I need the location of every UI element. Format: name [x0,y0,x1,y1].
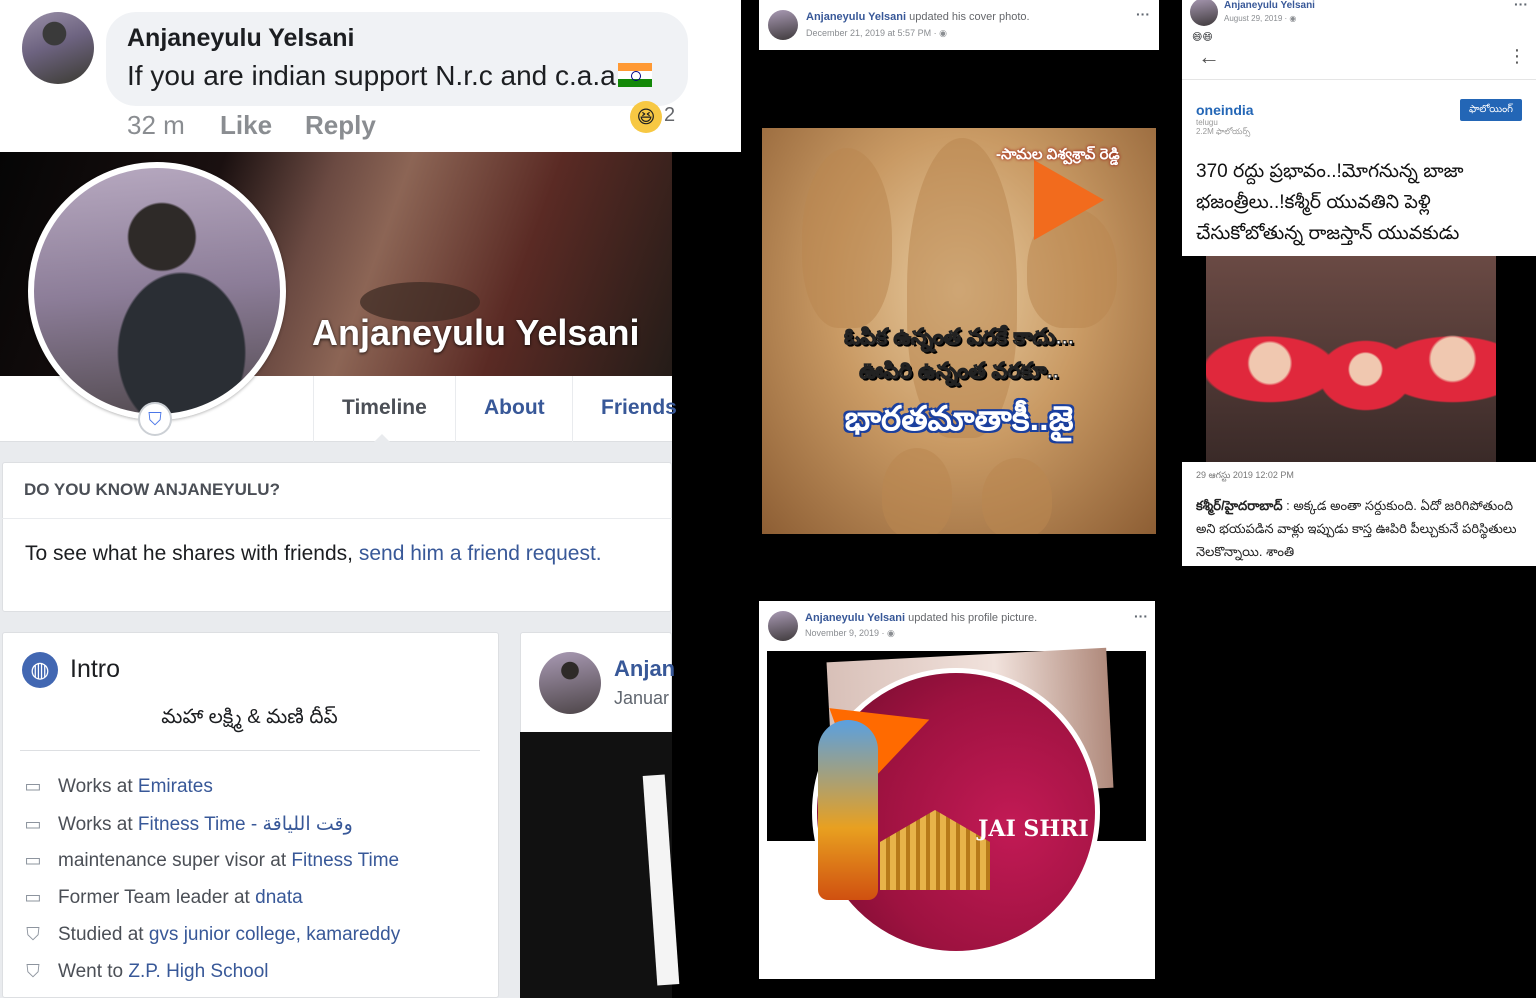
comment-text: If you are indian support N.r.c and c.a.… [127,60,652,92]
poster-caption: ఓపిక ఉన్నంత వరకే కాదు... [844,324,1075,350]
poster-figure [802,148,892,328]
article-date: 29 ఆగస్టు 2019 12:02 PM [1196,470,1294,480]
briefcase-icon: ▭ [24,887,42,907]
intro-item-link[interactable]: Fitness Time [291,850,399,871]
intro-item-label: Works at [58,814,138,835]
saffron-flag-icon [1034,160,1104,240]
intro-item-link[interactable]: Emirates [138,776,213,797]
commenter-avatar[interactable] [22,12,94,84]
intro-item-link[interactable]: Fitness Time - وقت اللياقة [138,814,353,835]
post-date-text: November 9, 2019 · [805,628,888,638]
post-author-name[interactable]: Anjaneyulu Yelsani [806,11,906,23]
comment-author[interactable]: Anjaneyulu Yelsani [127,24,354,53]
globe-icon: ◉ [887,628,895,638]
intro-item-work: ▭ Works at Fitness Time - وقت اللياقة [20,813,353,841]
intro-item-label: Went to [58,961,129,982]
briefcase-icon: ▭ [24,850,42,870]
intro-item-link[interactable]: gvs junior college, kamareddy [149,924,400,945]
kebab-menu-icon[interactable]: ⋮ [1508,46,1526,67]
comment-time[interactable]: 32 m [127,110,185,141]
news-photo-content [1206,256,1496,462]
poster-slogan: భారతమాతాకీ..జై [844,400,1074,438]
post-author-avatar[interactable] [768,10,798,40]
more-options-icon[interactable]: ··· [1134,608,1148,624]
send-friend-request-link[interactable]: send him a friend request. [359,542,602,565]
post-header: Anjaneyulu Yelsani [1224,0,1315,11]
like-button[interactable]: Like [220,110,272,141]
publisher-followers: 2.2M ఫాలోయర్స్ [1196,127,1251,136]
haha-reaction-icon[interactable]: 😆 [630,101,662,133]
intro-item-label: maintenance super visor at [58,850,292,871]
intro-item-work: ▭ Works at Emirates [20,776,213,804]
following-button[interactable]: ఫాలోయింగ్ [1460,99,1522,121]
tab-timeline[interactable]: Timeline [313,376,455,442]
profile-guard-shield-icon: ⛉ [138,402,172,436]
poster-figure [982,458,1052,534]
intro-item-education: ⛉ Studied at gvs junior college, kamaredd… [20,924,400,952]
intro-item-label: Former Team leader at [58,887,256,908]
reaction-count[interactable]: 2 [664,104,675,127]
publisher-name: oneindia [1196,102,1254,118]
intro-item-link[interactable]: Z.P. High School [128,961,268,982]
divider [2,518,672,519]
intro-title: Intro [70,655,121,683]
comment-text-content: If you are indian support N.r.c and c.a.… [127,60,616,91]
news-headline[interactable]: 370 రద్దు ప్రభావం..!మోగనున్న బాజా భజంత్ర… [1196,156,1526,249]
post-author-avatar[interactable] [768,611,798,641]
post-header: Anjaneyulu Yelsani updated his profile p… [805,612,1037,624]
more-options-icon[interactable]: ··· [1514,0,1528,12]
deity-illustration [818,720,878,900]
profile-picture[interactable] [28,162,286,420]
poster-figure [907,138,1017,438]
news-post-header [1182,0,1536,80]
post-author-name[interactable]: Anjaneyulu Yelsani [805,612,905,624]
post-date[interactable]: December 21, 2019 at 5:57 PM · ◉ [806,28,947,39]
post-header: Anjaneyulu Yelsani updated his cover pho… [806,11,1030,23]
do-you-know-text: To see what he shares with friends, send… [25,542,602,566]
tab-friends[interactable]: Friends [572,376,705,442]
post-date-text: August 29, 2019 · [1224,14,1290,23]
post-action: updated his profile picture. [905,612,1038,624]
briefcase-icon: ▭ [24,776,42,796]
globe-icon: ◉ [1289,14,1297,23]
poster-credit: -సామల విశ్వశ్రావ్ రెడ్డి [996,146,1120,163]
back-arrow-icon[interactable]: ← [1198,44,1220,70]
poster-figure [882,448,952,534]
post-emojis: 😄😄 [1192,32,1213,43]
publisher-logo[interactable]: oneindia telugu 2.2M ఫాలోయర్స్ [1196,102,1254,138]
do-you-know-message: To see what he shares with friends, [25,542,359,565]
divider [20,750,480,751]
intro-item-work: ▭ Former Team leader at dnata [20,887,303,915]
do-you-know-heading: DO YOU KNOW ANJANEYULU? [24,480,280,499]
poster-caption: ఊపిరి ఉన్నంత వరకూ.. [859,358,1060,384]
graduation-cap-icon: ⛉ [26,961,40,981]
tab-about[interactable]: About [455,376,573,442]
profile-picture-text: JAI SHRI [978,816,1089,842]
reply-button[interactable]: Reply [305,110,376,141]
graduation-cap-icon: ⛉ [26,924,40,944]
post-author-name[interactable]: Anjan [614,656,675,682]
post-date-text: December 21, 2019 at 5:57 PM · [806,28,940,38]
post-author-name[interactable]: Anjaneyulu Yelsani [1224,0,1315,11]
intro-item-work: ▭ maintenance super visor at Fitness Time [20,850,399,878]
intro-item-link[interactable]: dnata [255,887,303,908]
intro-item-education: ⛉ Went to Z.P. High School [20,961,268,989]
india-flag-icon [617,63,652,87]
post-action: updated his cover photo. [906,11,1030,23]
intro-item-label: Studied at [58,924,149,945]
intro-bio: మహా లక్ష్మి & మణి దీప్ [161,706,338,728]
post-date[interactable]: Januar [614,688,669,709]
intro-item-label: Works at [58,776,138,797]
article-dateline: కశ్మీర్/హైదరాబాద్ [1196,498,1283,513]
more-options-icon[interactable]: ··· [1136,6,1150,22]
publisher-sub: telugu [1196,118,1218,127]
post-date[interactable]: November 9, 2019 · ◉ [805,628,895,639]
globe-icon: ◍ [22,652,58,688]
globe-icon: ◉ [939,28,947,38]
article-body: కశ్మీర్/హైదరాబాద్ : అక్కడ అంతా సర్దుకుంద… [1196,494,1526,563]
profile-name[interactable]: Anjaneyulu Yelsani [312,312,639,354]
briefcase-icon: ▭ [24,814,42,834]
post-author-avatar[interactable] [539,652,601,714]
post-date[interactable]: August 29, 2019 · ◉ [1224,14,1296,23]
